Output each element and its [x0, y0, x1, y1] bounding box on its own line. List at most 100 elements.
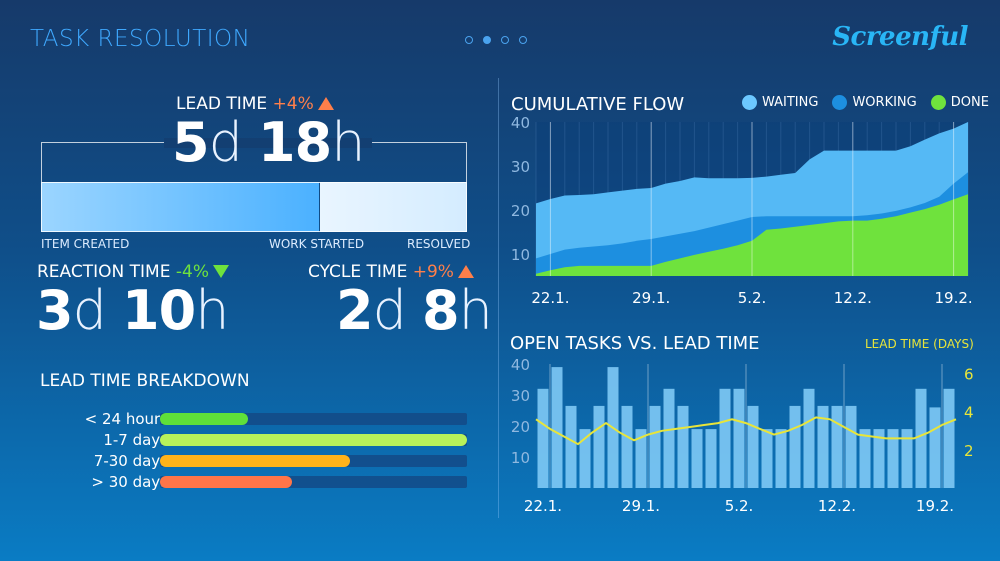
bar: [663, 388, 675, 488]
legend-waiting: WAITING: [742, 95, 818, 110]
legend-label: WAITING: [762, 95, 819, 110]
breakdown-track: [160, 413, 467, 425]
brand-logo: Screenful: [832, 22, 968, 52]
bar: [845, 405, 857, 488]
page-dot-4[interactable]: [519, 36, 527, 44]
bar: [929, 407, 941, 488]
trend-up-icon: [317, 97, 334, 110]
breakdown-title: LEAD TIME BREAKDOWN: [40, 371, 250, 391]
bar: [677, 405, 689, 488]
bar: [831, 405, 843, 488]
page-title: TASK RESOLUTION: [30, 26, 251, 52]
breakdown-row: 7-30 days 13: [40, 452, 470, 472]
x-tick-label: 5.2.: [725, 497, 754, 515]
legend-working: WORKING: [832, 95, 917, 110]
reaction-days: 3: [36, 279, 74, 342]
x-tick-label: 5.2.: [738, 289, 767, 307]
y-tick-label: 20: [511, 202, 530, 220]
reaction-time-value: 3d 10h: [36, 284, 229, 338]
y2-tick-label: 6: [964, 366, 974, 384]
bar: [565, 405, 577, 488]
trend-up-icon: [457, 265, 474, 278]
bar: [803, 388, 815, 488]
bar: [621, 405, 633, 488]
legend-done: DONE: [930, 95, 989, 110]
y-tick-label: 10: [511, 449, 530, 467]
legend-swatch: [742, 95, 757, 110]
bar: [761, 429, 773, 488]
x-tick-label: 12.2.: [818, 497, 856, 515]
bar: [733, 388, 745, 488]
bar: [649, 405, 661, 488]
y-tick-label: 40: [511, 356, 530, 374]
trend-down-icon: [212, 265, 229, 278]
x-tick-label: 19.2.: [935, 289, 973, 307]
x-tick-label: 29.1.: [622, 497, 660, 515]
x-tick-label: 19.2.: [916, 497, 954, 515]
y-tick-label: 20: [511, 418, 530, 436]
breakdown-track: [160, 434, 467, 446]
cycle-days-unit: d: [372, 279, 407, 342]
bar: [859, 429, 871, 488]
bar: [705, 429, 717, 488]
lead-hours: 18: [258, 111, 332, 174]
breakdown-track: [160, 476, 467, 488]
panel-divider: [498, 78, 499, 518]
lead-days: 5: [172, 111, 210, 174]
legend-swatch: [832, 95, 848, 110]
bar: [719, 388, 731, 488]
x-tick-label: 22.1.: [524, 497, 562, 515]
x-tick-label: 22.1.: [531, 289, 569, 307]
breakdown-bar: [160, 413, 248, 425]
legend-swatch: [930, 95, 946, 110]
reaction-hours-unit: h: [195, 279, 229, 342]
y-tick-label: 40: [511, 114, 530, 132]
bar: [691, 429, 703, 488]
y-tick-label: 30: [511, 387, 530, 405]
cycle-days: 2: [336, 279, 374, 342]
breakdown-track: [160, 455, 467, 467]
marker-resolved: RESOLVED: [407, 237, 471, 251]
breakdown-bar: [160, 455, 351, 467]
page-indicator[interactable]: [465, 36, 527, 44]
bar: [537, 388, 549, 488]
breakdown-row: 1-7 days 21: [40, 431, 470, 451]
cycle-hours-unit: h: [458, 279, 493, 342]
bar: [775, 429, 787, 488]
lead-days-unit: d: [208, 111, 243, 174]
legend-label: DONE: [950, 95, 989, 110]
breakdown-bar: [160, 434, 467, 446]
page-dot-2[interactable]: [483, 36, 491, 44]
reaction-days-unit: d: [72, 279, 107, 342]
reaction-hours: 10: [122, 279, 196, 342]
breakdown-row: > 30 days 9: [40, 473, 470, 493]
cumulative-flow-chart: 10 20 30 40 22.1. 29.1. 5.2. 12.2. 19.2.: [511, 114, 973, 307]
y2-tick-label: 4: [964, 404, 974, 422]
marker-item-created: ITEM CREATED: [41, 237, 130, 251]
y2-tick-label: 2: [964, 442, 974, 460]
page-dot-3[interactable]: [501, 36, 509, 44]
bar: [747, 405, 759, 488]
cumulative-flow-legend: WAITING WORKING DONE: [742, 95, 989, 110]
bar: [593, 405, 605, 488]
breakdown-bar: [160, 476, 292, 488]
x-tick-label: 29.1.: [632, 289, 670, 307]
marker-work-started: WORK STARTED: [269, 237, 365, 251]
lead-time-value: 5d 18h: [164, 116, 373, 170]
lead-hours-unit: h: [331, 111, 365, 174]
page-dot-1[interactable]: [465, 36, 473, 44]
y-tick-label: 10: [511, 246, 530, 264]
bar: [943, 388, 955, 488]
x-tick-label: 12.2.: [834, 289, 872, 307]
breakdown-row: < 24 hours 6: [40, 410, 470, 430]
bar: [789, 405, 801, 488]
cycle-hours: 8: [422, 279, 460, 342]
open-tasks-chart: 10 20 30 40 2 4 6 22.1. 29.1. 5.2. 12.2. 19.2.: [511, 356, 974, 515]
lead-time-bar: [41, 182, 467, 232]
legend-label: WORKING: [852, 95, 917, 110]
right-axis-label: LEAD TIME (DAYS): [865, 337, 974, 351]
y-tick-label: 30: [511, 158, 530, 176]
cycle-time-value: 2d 8h: [336, 284, 493, 338]
bar: [915, 388, 927, 488]
bar: [551, 367, 563, 488]
